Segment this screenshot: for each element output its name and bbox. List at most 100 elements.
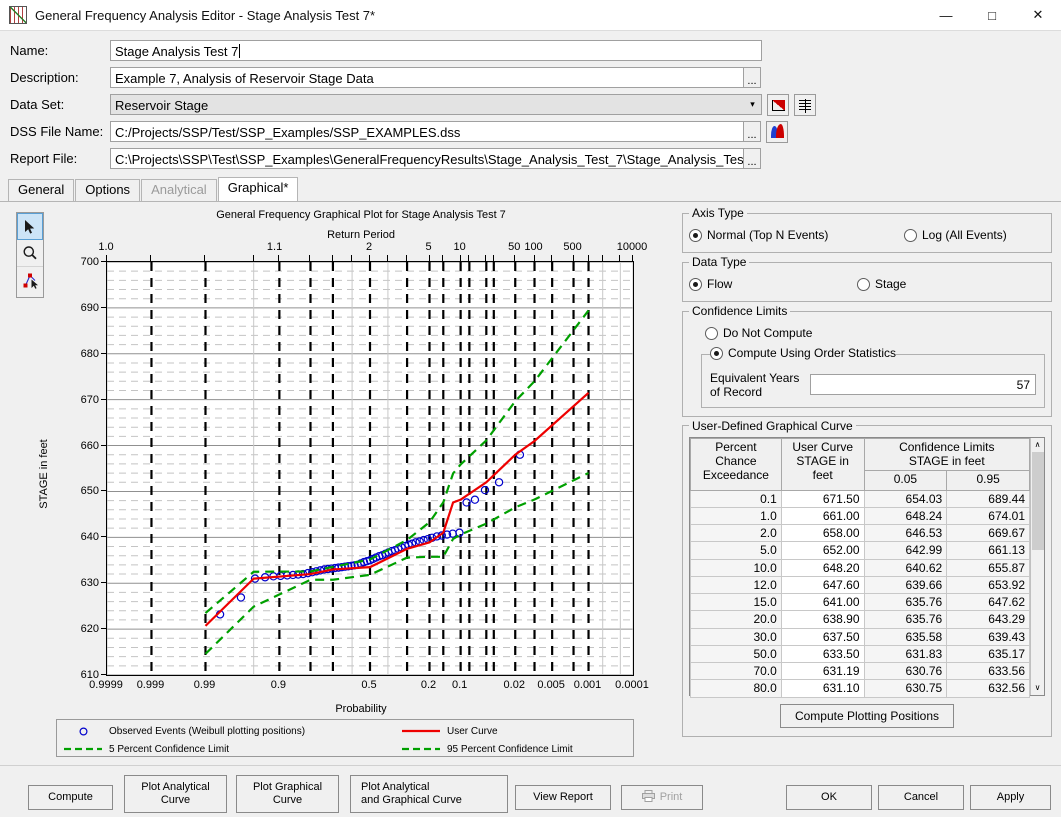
radio-axis-log[interactable]: Log (All Events) <box>904 228 1007 242</box>
radio-do-not-compute[interactable]: Do Not Compute <box>705 326 812 340</box>
cell-cl05[interactable]: 635.58 <box>863 627 948 646</box>
cell-cl95[interactable]: 674.01 <box>946 506 1030 526</box>
description-browse-button[interactable]: ... <box>743 67 761 88</box>
cell-user[interactable]: 661.00 <box>780 506 865 526</box>
cell-cl05[interactable]: 631.83 <box>863 644 948 664</box>
cell-cl05[interactable]: 648.24 <box>863 506 948 526</box>
description-input[interactable]: Example 7, Analysis of Reservoir Stage D… <box>110 67 744 88</box>
table-row[interactable]: 20.0 638.90 635.76 643.29 <box>690 610 1030 629</box>
dataset-select[interactable]: Reservoir Stage <box>110 94 744 115</box>
cell-cl05[interactable]: 654.03 <box>863 489 948 508</box>
radio-data-flow[interactable]: Flow <box>689 277 857 291</box>
cell-cl05[interactable]: 642.99 <box>863 541 948 560</box>
maximize-button[interactable]: □ <box>969 0 1015 31</box>
chevron-down-icon[interactable]: ▾ <box>744 94 762 115</box>
zoom-magnifier-tool[interactable] <box>17 240 43 267</box>
equivalent-years-input[interactable]: 57 <box>810 374 1036 395</box>
tab-graphical[interactable]: Graphical* <box>217 177 299 201</box>
scroll-up-icon[interactable]: ∧ <box>1031 437 1044 452</box>
cell-user[interactable]: 637.50 <box>780 627 865 646</box>
cell-pct[interactable]: 20.0 <box>690 610 782 629</box>
ok-button[interactable]: OK <box>786 785 872 810</box>
cell-user[interactable]: 658.00 <box>780 523 865 543</box>
table-row[interactable]: 70.0 631.19 630.76 633.56 <box>690 661 1030 681</box>
table-row[interactable]: 15.0 641.00 635.76 647.62 <box>690 592 1030 612</box>
cell-pct[interactable]: 5.0 <box>690 541 782 560</box>
table-scrollbar[interactable]: ∧ ∨ <box>1030 437 1044 695</box>
radio-data-stage[interactable]: Stage <box>857 277 906 291</box>
tab-general[interactable]: General <box>8 179 75 201</box>
radio-axis-normal[interactable]: Normal (Top N Events) <box>689 228 904 242</box>
table-row[interactable]: 5.0 652.00 642.99 661.13 <box>690 541 1030 560</box>
cell-pct[interactable]: 0.1 <box>690 489 782 508</box>
cell-pct[interactable]: 15.0 <box>690 592 782 612</box>
cell-cl05[interactable]: 630.75 <box>863 679 948 698</box>
compute-plotting-positions-button[interactable]: Compute Plotting Positions <box>779 703 955 728</box>
cell-cl05[interactable]: 646.53 <box>863 523 948 543</box>
cell-user[interactable]: 638.90 <box>780 610 865 629</box>
scrollbar-track[interactable] <box>1031 550 1044 681</box>
cell-cl05[interactable]: 630.76 <box>863 661 948 681</box>
cell-user[interactable]: 671.50 <box>780 489 865 508</box>
table-row[interactable]: 1.0 661.00 648.24 674.01 <box>690 506 1030 526</box>
table-row[interactable]: 0.1 671.50 654.03 689.44 <box>690 489 1030 508</box>
tab-options[interactable]: Options <box>75 179 141 201</box>
cell-cl95[interactable]: 647.62 <box>946 592 1030 612</box>
distribution-plot-icon-button[interactable] <box>766 120 788 143</box>
cell-cl95[interactable]: 633.56 <box>946 661 1030 681</box>
name-input[interactable]: Stage Analysis Test 7 <box>110 40 762 61</box>
cell-cl05[interactable]: 639.66 <box>863 575 948 595</box>
scroll-down-icon[interactable]: ∨ <box>1031 680 1044 695</box>
view-report-button[interactable]: View Report <box>515 785 611 810</box>
cell-cl05[interactable]: 635.76 <box>863 610 948 629</box>
cell-cl95[interactable]: 653.92 <box>946 575 1030 595</box>
cell-pct[interactable]: 10.0 <box>690 558 782 577</box>
minimize-button[interactable]: — <box>923 0 969 31</box>
cell-pct[interactable]: 1.0 <box>690 506 782 526</box>
report-browse-button[interactable]: ... <box>743 148 761 169</box>
cell-pct[interactable]: 2.0 <box>690 523 782 543</box>
cell-pct[interactable]: 50.0 <box>690 644 782 664</box>
cell-cl05[interactable]: 640.62 <box>863 558 948 577</box>
table-row[interactable]: 80.0 631.10 630.75 632.56 <box>690 679 1030 698</box>
cell-cl95[interactable]: 689.44 <box>946 489 1030 508</box>
cell-cl95[interactable]: 655.87 <box>946 558 1030 577</box>
cell-user[interactable]: 652.00 <box>780 541 865 560</box>
table-row[interactable]: 30.0 637.50 635.58 639.43 <box>690 627 1030 646</box>
cell-cl95[interactable]: 669.67 <box>946 523 1030 543</box>
cell-user[interactable]: 648.20 <box>780 558 865 577</box>
table-row[interactable]: 50.0 633.50 631.83 635.17 <box>690 644 1030 664</box>
plot-analytical-and-graphical-curve-button[interactable]: Plot Analytical and Graphical Curve <box>350 775 508 813</box>
cell-user[interactable]: 633.50 <box>780 644 865 664</box>
plot-analytical-curve-button[interactable]: Plot Analytical Curve <box>124 775 227 813</box>
cell-cl95[interactable]: 643.29 <box>946 610 1030 629</box>
cell-cl05[interactable]: 635.76 <box>863 592 948 612</box>
cell-cl95[interactable]: 635.17 <box>946 644 1030 664</box>
table-row[interactable]: 12.0 647.60 639.66 653.92 <box>690 575 1030 595</box>
edit-points-tool[interactable] <box>17 267 43 294</box>
cell-pct[interactable]: 80.0 <box>690 679 782 698</box>
cell-cl95[interactable]: 639.43 <box>946 627 1030 646</box>
table-row[interactable]: 10.0 648.20 640.62 655.87 <box>690 558 1030 577</box>
cell-user[interactable]: 647.60 <box>780 575 865 595</box>
arrow-select-tool[interactable] <box>17 213 43 240</box>
plot-graphical-curve-button[interactable]: Plot Graphical Curve <box>236 775 339 813</box>
compute-button[interactable]: Compute <box>28 785 113 810</box>
dss-browse-button[interactable]: ... <box>743 121 761 142</box>
cell-cl95[interactable]: 661.13 <box>946 541 1030 560</box>
table-row[interactable]: 2.0 658.00 646.53 669.67 <box>690 523 1030 543</box>
close-button[interactable]: ✕ <box>1015 0 1061 31</box>
scrollbar-thumb[interactable] <box>1032 451 1044 550</box>
apply-button[interactable]: Apply <box>970 785 1051 810</box>
plot-area[interactable] <box>106 261 634 676</box>
dss-input[interactable]: C:/Projects/SSP/Test/SSP_Examples/SSP_EX… <box>110 121 744 142</box>
report-input[interactable]: C:\Projects\SSP\Test\SSP_Examples\Genera… <box>110 148 744 169</box>
cancel-button[interactable]: Cancel <box>878 785 964 810</box>
cell-user[interactable]: 631.10 <box>780 679 865 698</box>
tabulate-results-icon-button[interactable] <box>794 93 816 116</box>
radio-order-statistics[interactable]: Compute Using Order Statistics <box>710 346 896 360</box>
plot-frequency-curve-icon-button[interactable] <box>767 93 789 116</box>
cell-pct[interactable]: 30.0 <box>690 627 782 646</box>
cell-pct[interactable]: 12.0 <box>690 575 782 595</box>
cell-pct[interactable]: 70.0 <box>690 661 782 681</box>
